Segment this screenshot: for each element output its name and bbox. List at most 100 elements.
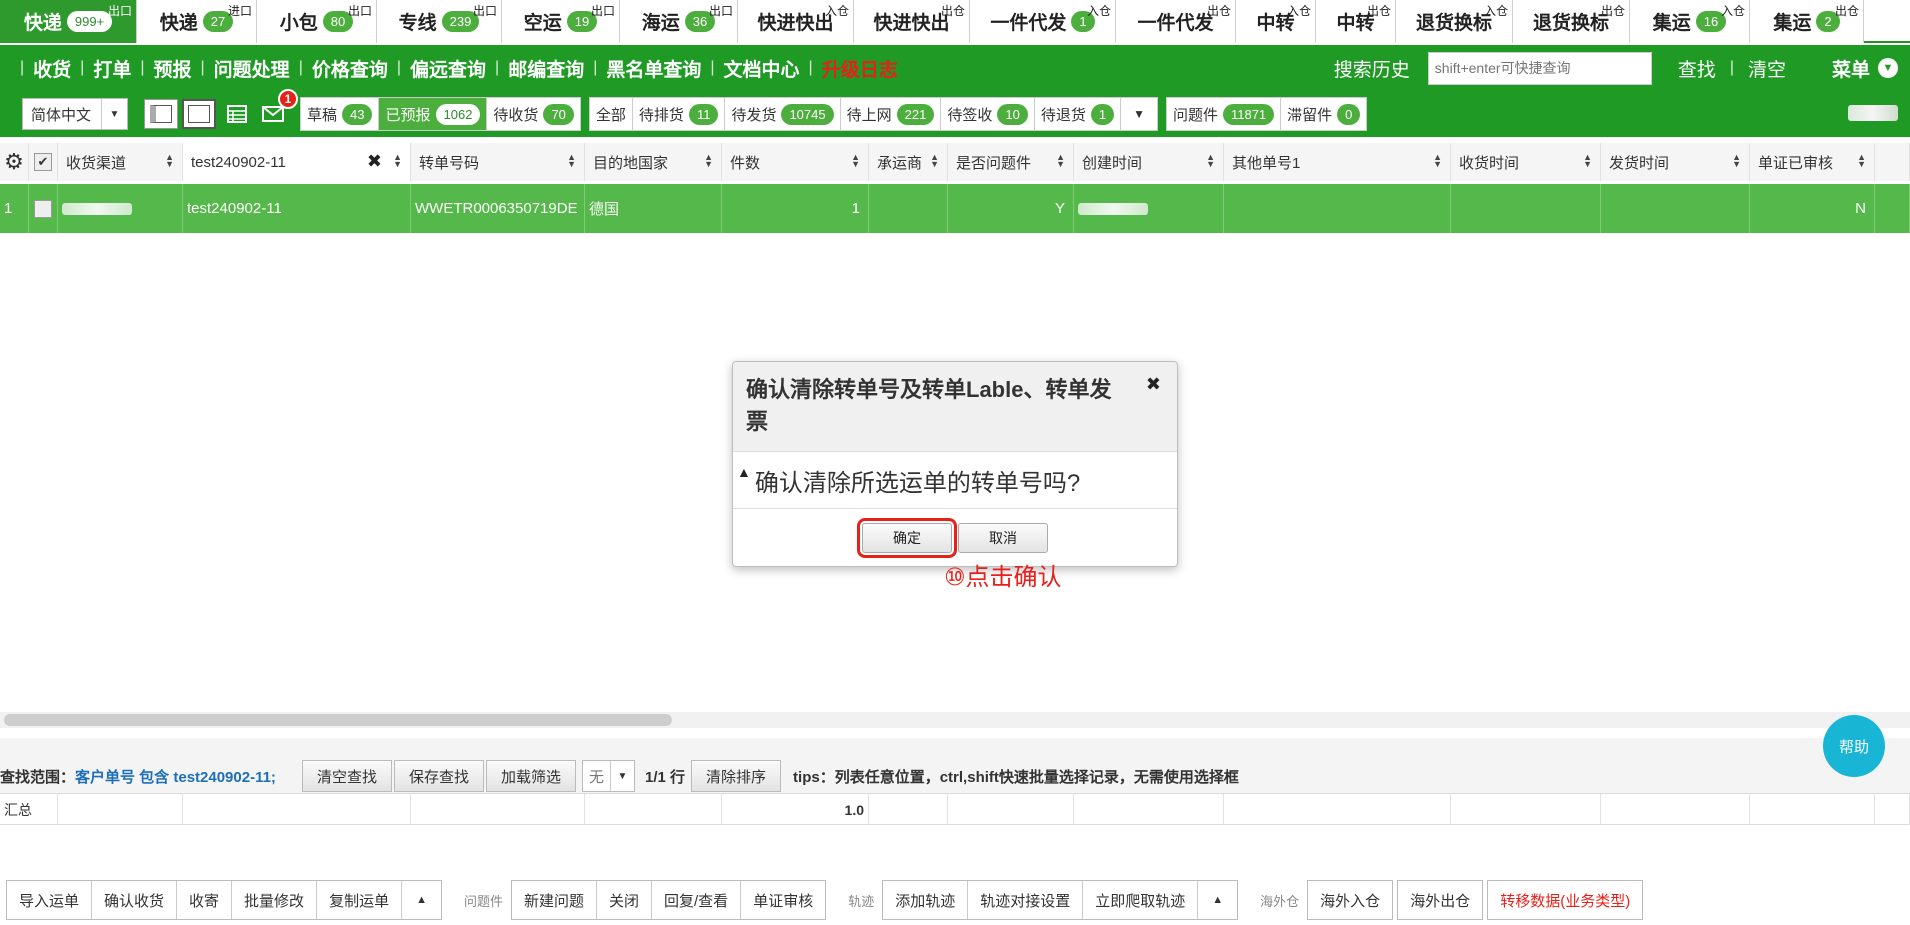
category-tab[interactable]: 中转 出仓: [1316, 0, 1396, 43]
search-history-link[interactable]: 搜索历史: [1334, 55, 1410, 82]
quick-search-input[interactable]: [1427, 51, 1652, 85]
category-tab[interactable]: 空运 19 出口: [502, 0, 620, 43]
sort-icon[interactable]: ▲ ▼: [1732, 153, 1741, 169]
column-header[interactable]: 件数 ▲ ▼: [722, 143, 869, 181]
sort-icon[interactable]: ▲ ▼: [1433, 153, 1442, 169]
mail-button[interactable]: 1: [258, 89, 298, 129]
footer-action-button[interactable]: 新建问题: [511, 881, 597, 919]
split-view-button[interactable]: [144, 99, 178, 129]
menu-upgrade-log[interactable]: 升级日志: [819, 55, 901, 82]
sort-icon[interactable]: ▲ ▼: [1857, 153, 1866, 169]
language-select[interactable]: 简体中文 ▼: [22, 98, 128, 130]
column-header[interactable]: 是否问题件 ▲ ▼: [948, 143, 1074, 181]
menu-item[interactable]: 文档中心: [721, 55, 803, 82]
category-tab[interactable]: 退货换标 入仓: [1396, 0, 1513, 43]
category-tab[interactable]: 集运 16 入仓: [1630, 0, 1750, 43]
category-tab[interactable]: 中转 入仓: [1236, 0, 1316, 43]
table-row[interactable]: 1 test240902-11 WWETR0006350719DE 德国 1 Y N: [0, 184, 1910, 233]
footer-action-button[interactable]: 批量修改: [232, 881, 318, 919]
row-checkbox[interactable]: [34, 199, 52, 218]
status-filter-item[interactable]: 待上网 221: [840, 98, 942, 130]
footer-action-button[interactable]: 复制运单: [317, 881, 403, 919]
footer-action-button[interactable]: 添加轨迹: [883, 881, 969, 919]
confirm-button[interactable]: 确定: [857, 517, 957, 558]
footer-action-button[interactable]: 确认收货: [92, 881, 178, 919]
footer-action-button[interactable]: 导入运单: [7, 881, 93, 919]
column-header[interactable]: ✔: [29, 143, 58, 181]
sort-icon[interactable]: ▲ ▼: [567, 153, 576, 169]
status-filter-item[interactable]: 问题件 11871: [1166, 98, 1282, 130]
category-tab[interactable]: 快递 999+ 出口: [0, 0, 137, 43]
status-more-dropdown[interactable]: ▼: [1121, 98, 1157, 130]
more-actions-button[interactable]: ▲: [402, 881, 441, 919]
save-search-button[interactable]: 保存查找: [393, 760, 484, 792]
footer-action-button[interactable]: 收寄: [177, 881, 233, 919]
footer-action-button[interactable]: 立即爬取轨迹: [1083, 881, 1199, 919]
cancel-button[interactable]: 取消: [958, 522, 1048, 553]
horizontal-scrollbar[interactable]: [0, 712, 1910, 728]
menu-item[interactable]: 邮编查询: [505, 55, 587, 82]
column-header[interactable]: 转单号码 ▲ ▼: [411, 143, 585, 181]
help-button[interactable]: 帮助: [1823, 715, 1885, 777]
menu-item[interactable]: 黑名单查询: [603, 55, 704, 82]
load-filter-button[interactable]: 加载筛选: [485, 760, 576, 792]
status-filter-item[interactable]: 待签收 10: [941, 98, 1035, 130]
category-tab[interactable]: 一件代发 1 入仓: [970, 0, 1116, 43]
filter-select[interactable]: 无 ▼: [581, 760, 635, 792]
sort-icon[interactable]: ▲ ▼: [851, 153, 860, 169]
scrollbar-thumb[interactable]: [4, 714, 672, 726]
category-tab[interactable]: 退货换标 出仓: [1513, 0, 1630, 43]
sort-icon[interactable]: ▲ ▼: [1056, 153, 1065, 169]
clear-filter-icon[interactable]: ✖: [367, 151, 382, 172]
column-header[interactable]: 承运商 ▲ ▼: [869, 143, 948, 181]
column-header[interactable]: 其他单号1 ▲ ▼: [1224, 143, 1451, 181]
category-tab[interactable]: 快进快出 入仓: [738, 0, 854, 43]
column-header[interactable]: 收货渠道 ▲ ▼: [58, 143, 183, 181]
category-tab[interactable]: 快递 27 进口: [137, 0, 257, 43]
footer-action-button[interactable]: 回复/查看: [652, 881, 742, 919]
menu-item[interactable]: 收货: [30, 55, 74, 82]
table-list-button[interactable]: [222, 99, 252, 129]
find-button[interactable]: 查找: [1678, 55, 1716, 82]
status-filter-item[interactable]: 已预报 1062: [379, 98, 488, 130]
status-filter-item[interactable]: 待收货 70: [487, 98, 580, 130]
status-filter-item[interactable]: 待排货 11: [632, 98, 726, 130]
sort-icon[interactable]: ▲ ▼: [1206, 153, 1215, 169]
gear-icon[interactable]: ⚙: [4, 149, 24, 175]
category-tab[interactable]: 海运 36 出口: [620, 0, 738, 43]
status-filter-item[interactable]: 滞留件 0: [1281, 98, 1367, 130]
more-actions-button[interactable]: ▲: [1198, 881, 1238, 919]
clear-search-button[interactable]: 清空查找: [301, 760, 392, 792]
category-tab[interactable]: 集运 2 出仓: [1750, 0, 1864, 43]
overseas-in-button[interactable]: 海外入仓: [1308, 881, 1393, 919]
clear-sort-button[interactable]: 清除排序: [691, 760, 782, 792]
menu-dropdown[interactable]: 菜单 ▼: [1832, 55, 1898, 82]
sort-icon[interactable]: ▲ ▼: [1583, 153, 1592, 169]
transfer-data-button[interactable]: 转移数据(业务类型): [1488, 881, 1643, 919]
sort-icon[interactable]: ▲ ▼: [704, 153, 713, 169]
menu-item[interactable]: 打单: [90, 55, 134, 82]
column-header[interactable]: test240902-11 ✖ ▲ ▼: [183, 143, 411, 181]
overseas-out-button[interactable]: 海外出仓: [1398, 881, 1483, 919]
footer-action-button[interactable]: 单证审核: [741, 881, 826, 919]
status-filter-item[interactable]: 待发货 10745: [725, 98, 841, 130]
category-tab[interactable]: 小包 80 出口: [257, 0, 377, 43]
column-header[interactable]: [1875, 143, 1910, 181]
close-icon[interactable]: ✖: [1146, 374, 1161, 395]
select-all-checkbox[interactable]: ✔: [34, 153, 52, 171]
column-header[interactable]: ⚙: [0, 143, 29, 181]
menu-item[interactable]: 价格查询: [309, 55, 391, 82]
menu-item[interactable]: 偏远查询: [407, 55, 489, 82]
status-filter-item[interactable]: 草稿 43: [301, 98, 380, 130]
category-tab[interactable]: 快进快出 出仓: [854, 0, 970, 43]
category-tab[interactable]: 一件代发 出仓: [1116, 0, 1236, 43]
menu-item[interactable]: 预报: [151, 55, 195, 82]
sort-icon[interactable]: ▲ ▼: [393, 153, 402, 169]
status-filter-item[interactable]: 待退货 1: [1034, 98, 1122, 130]
full-view-button[interactable]: [182, 99, 216, 129]
footer-action-button[interactable]: 轨迹对接设置: [968, 881, 1084, 919]
menu-item[interactable]: 问题处理: [211, 55, 293, 82]
column-header[interactable]: 创建时间 ▲ ▼: [1074, 143, 1224, 181]
column-header[interactable]: 目的地国家 ▲ ▼: [585, 143, 722, 181]
status-filter-item[interactable]: 全部: [589, 98, 633, 130]
